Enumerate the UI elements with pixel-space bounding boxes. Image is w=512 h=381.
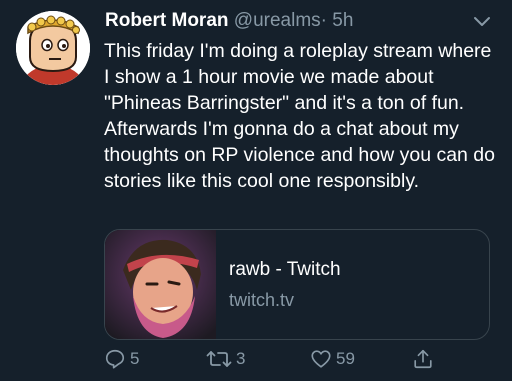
tweet-menu-button[interactable]	[470, 13, 494, 31]
tweet-timestamp[interactable]: 5h	[332, 10, 353, 31]
tweet-header: Robert Moran @urealms· 5h	[105, 9, 465, 33]
reply-icon	[105, 349, 125, 369]
retweet-count: 3	[236, 349, 246, 368]
like-button[interactable]: 59	[310, 344, 355, 374]
meta-separator: ·	[320, 10, 327, 31]
chevron-down-icon	[474, 17, 490, 26]
card-title: rawb - Twitch	[229, 259, 341, 280]
retweet-icon	[206, 351, 232, 367]
share-button[interactable]	[412, 344, 434, 374]
heart-icon	[311, 350, 331, 368]
link-card[interactable]: rawb - Twitch twitch.tv	[104, 229, 490, 340]
retweet-button[interactable]: 3	[206, 344, 245, 374]
card-thumbnail	[105, 230, 216, 339]
like-count: 59	[336, 349, 355, 368]
author-name[interactable]: Robert Moran	[105, 10, 229, 31]
card-domain: twitch.tv	[229, 290, 295, 310]
reply-button[interactable]: 5	[104, 344, 139, 374]
tweet-text: This friday I'm doing a roleplay stream …	[104, 40, 495, 192]
reply-count: 5	[130, 349, 140, 368]
share-icon	[414, 349, 432, 369]
author-avatar[interactable]	[16, 11, 90, 85]
author-handle[interactable]: @urealms	[234, 10, 321, 31]
tweet-actions: 5 3 59	[104, 344, 504, 374]
